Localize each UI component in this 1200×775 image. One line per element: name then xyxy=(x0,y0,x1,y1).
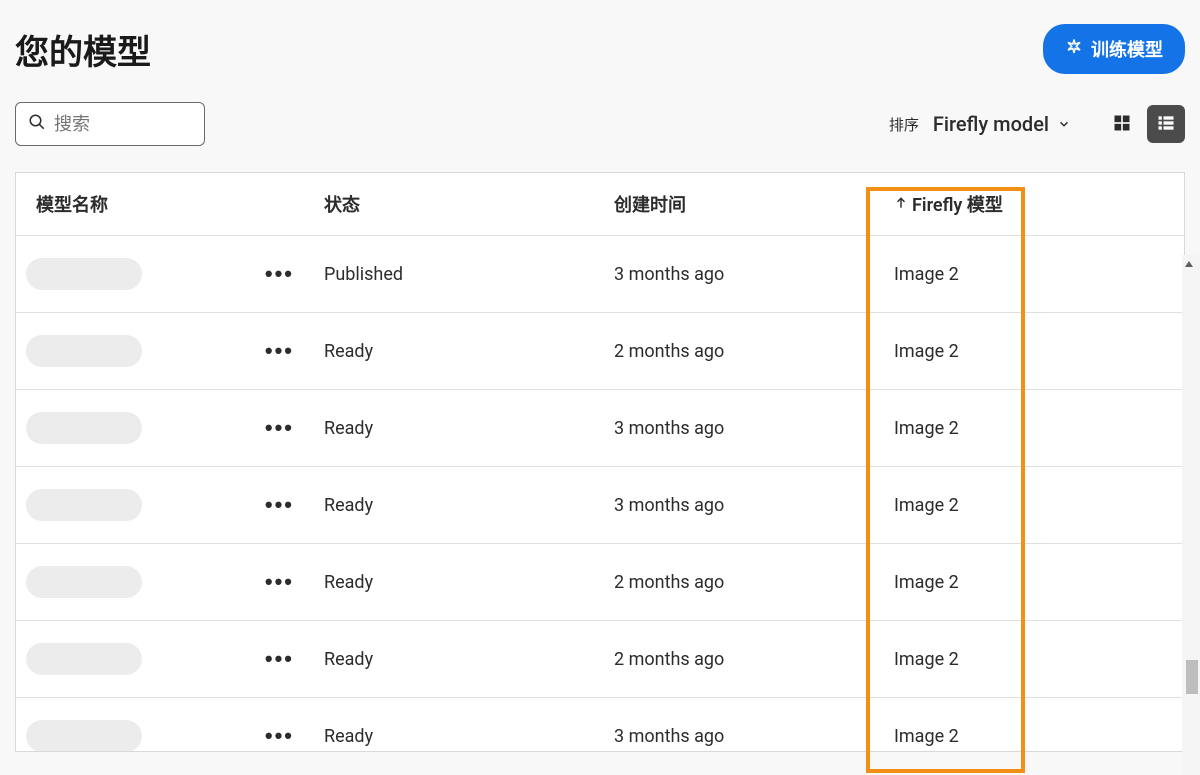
column-header-name[interactable]: 模型名称 xyxy=(26,191,324,217)
train-model-button[interactable]: 训练模型 xyxy=(1043,24,1185,74)
scrollbar-track[interactable] xyxy=(1182,255,1200,775)
scrollbar-arrow-up-icon[interactable] xyxy=(1183,255,1199,271)
search-input-container[interactable] xyxy=(15,102,205,146)
name-placeholder xyxy=(26,489,142,521)
cell-status: Ready xyxy=(324,649,614,670)
cell-model: Image 2 xyxy=(894,418,1144,439)
list-icon xyxy=(1156,113,1176,136)
cell-model: Image 2 xyxy=(894,572,1144,593)
list-view-button[interactable] xyxy=(1147,105,1185,143)
column-header-created[interactable]: 创建时间 xyxy=(614,191,894,217)
cell-status: Ready xyxy=(324,495,614,516)
sort-dropdown[interactable]: Firefly model xyxy=(933,112,1071,136)
more-actions-button[interactable]: ••• xyxy=(265,263,294,285)
cell-model: Image 2 xyxy=(894,726,1144,747)
more-actions-button[interactable]: ••• xyxy=(265,494,294,516)
cell-model: Image 2 xyxy=(894,264,1144,285)
table-row[interactable]: ••• Ready3 months agoImage 2 xyxy=(16,389,1184,466)
name-placeholder xyxy=(26,566,142,598)
sort-label: 排序 xyxy=(889,114,919,135)
grid-view-button[interactable] xyxy=(1103,105,1141,143)
table-row[interactable]: ••• Ready2 months agoImage 2 xyxy=(16,620,1184,697)
more-actions-button[interactable]: ••• xyxy=(265,340,294,362)
search-input[interactable] xyxy=(54,114,286,135)
table-row[interactable]: ••• Ready3 months agoImage 2 xyxy=(16,466,1184,543)
name-placeholder xyxy=(26,258,142,290)
cell-created: 2 months ago xyxy=(614,572,894,593)
cell-name: ••• xyxy=(26,258,324,290)
cell-name: ••• xyxy=(26,566,324,598)
grid-icon xyxy=(1112,113,1132,136)
cell-name: ••• xyxy=(26,643,324,675)
cell-model: Image 2 xyxy=(894,649,1144,670)
page-title: 您的模型 xyxy=(15,25,151,74)
table-row[interactable]: ••• Ready3 months agoImage 2 xyxy=(16,697,1184,751)
cell-created: 3 months ago xyxy=(614,418,894,439)
more-actions-button[interactable]: ••• xyxy=(265,725,294,747)
table-row[interactable]: ••• Published3 months agoImage 2 xyxy=(16,235,1184,312)
sparkle-icon xyxy=(1065,38,1083,61)
cell-name: ••• xyxy=(26,412,324,444)
cell-status: Ready xyxy=(324,341,614,362)
arrow-up-icon xyxy=(894,194,908,215)
more-actions-button[interactable]: ••• xyxy=(265,571,294,593)
cell-name: ••• xyxy=(26,335,324,367)
column-header-status[interactable]: 状态 xyxy=(324,191,614,217)
more-actions-button[interactable]: ••• xyxy=(265,417,294,439)
cell-model: Image 2 xyxy=(894,341,1144,362)
name-placeholder xyxy=(26,643,142,675)
table-row[interactable]: ••• Ready2 months agoImage 2 xyxy=(16,312,1184,389)
search-icon xyxy=(28,113,54,135)
table-header-row: 模型名称 状态 创建时间 Firefly 模型 xyxy=(16,173,1184,235)
name-placeholder xyxy=(26,720,142,751)
name-placeholder xyxy=(26,335,142,367)
table-body: •••Published3 months agoImage 2•••Ready2… xyxy=(16,235,1184,751)
cell-status: Ready xyxy=(324,726,614,747)
cell-created: 3 months ago xyxy=(614,726,894,747)
more-actions-button[interactable]: ••• xyxy=(265,648,294,670)
scrollbar-thumb[interactable] xyxy=(1186,660,1198,694)
train-button-label: 训练模型 xyxy=(1091,36,1163,62)
cell-model: Image 2 xyxy=(894,495,1144,516)
cell-status: Published xyxy=(324,264,614,285)
cell-created: 3 months ago xyxy=(614,495,894,516)
cell-created: 2 months ago xyxy=(614,649,894,670)
cell-name: ••• xyxy=(26,720,324,751)
cell-name: ••• xyxy=(26,489,324,521)
cell-created: 2 months ago xyxy=(614,341,894,362)
name-placeholder xyxy=(26,412,142,444)
cell-status: Ready xyxy=(324,572,614,593)
chevron-down-icon xyxy=(1057,112,1071,136)
sort-selected-value: Firefly model xyxy=(933,112,1049,136)
cell-created: 3 months ago xyxy=(614,264,894,285)
models-table: 模型名称 状态 创建时间 Firefly 模型 •••Published3 mo… xyxy=(15,172,1185,752)
cell-status: Ready xyxy=(324,418,614,439)
table-row[interactable]: ••• Ready2 months agoImage 2 xyxy=(16,543,1184,620)
column-header-model[interactable]: Firefly 模型 xyxy=(894,191,1144,217)
